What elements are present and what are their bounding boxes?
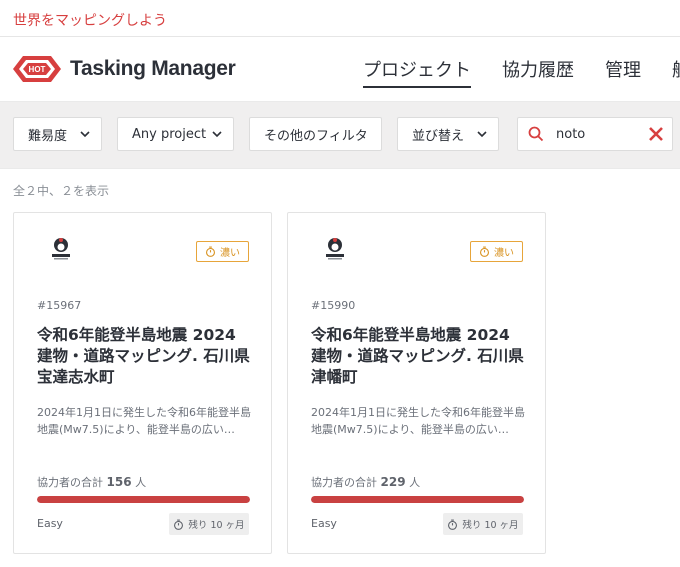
project-id: #15967 [37, 299, 82, 312]
contributors-count: 協力者の合計 156 人 [37, 474, 146, 490]
sort-label: 並び替え [412, 128, 465, 144]
nav-projects[interactable]: プロジェクト [363, 56, 471, 88]
stopwatch-icon [480, 246, 489, 257]
contributors-unit: 人 [135, 476, 147, 489]
priority-badge: 濃い [196, 241, 249, 262]
clock-icon [174, 519, 184, 530]
sort-dropdown[interactable]: 並び替え [397, 117, 499, 151]
search-icon [528, 126, 544, 142]
difficulty-dropdown[interactable]: 難易度 [13, 117, 102, 151]
difficulty-label: Easy [37, 517, 63, 530]
chevron-down-icon [212, 131, 222, 138]
progress-bar-fill [311, 496, 524, 503]
clock-icon [448, 519, 458, 530]
due-date-text: 残り 10 ヶ月 [462, 520, 519, 531]
chevron-down-icon [477, 131, 487, 138]
project-id: #15990 [311, 299, 356, 312]
due-date-badge: 残り 10 ヶ月 [443, 513, 523, 535]
map-the-world-link[interactable]: 世界をマッピングしよう [13, 13, 167, 29]
project-type-dropdown[interactable]: Any project [117, 117, 234, 151]
project-description: 2024年1月1日に発生した令和6年能登半島地震(Mw7.5)により、能登半島の… [311, 406, 525, 436]
organization-logo-icon [52, 238, 70, 260]
results-count: 全２中、２を表示 [13, 184, 110, 198]
project-description: 2024年1月1日に発生した令和6年能登半島地震(Mw7.5)により、能登半島の… [37, 406, 251, 436]
hot-logo-icon: HOT [13, 56, 61, 82]
progress-bar-fill [37, 496, 250, 503]
due-date-text: 残り 10 ヶ月 [188, 520, 245, 531]
progress-bar [311, 496, 524, 503]
nav-contributions[interactable]: 協力履歴 [502, 56, 574, 88]
contributors-label: 協力者の合計 [37, 476, 103, 489]
main-nav: プロジェクト 協力履歴 管理 航 [363, 56, 680, 88]
more-filters-label: その他のフィルタ [264, 128, 368, 144]
contributors-number: 156 [106, 475, 132, 489]
difficulty-label: 難易度 [28, 128, 68, 144]
svg-text:HOT: HOT [29, 65, 46, 74]
project-type-label: Any project [132, 126, 207, 142]
contributors-label: 協力者の合計 [311, 476, 377, 489]
chevron-down-icon [80, 131, 90, 138]
stopwatch-icon [206, 246, 215, 257]
project-title[interactable]: 令和6年能登半島地震 2024 建物・道路マッピング. 石川県津幡町 [311, 325, 526, 388]
nav-learn[interactable]: 航 [672, 56, 680, 88]
logo[interactable]: HOT Tasking Manager [13, 53, 236, 85]
organization-logo-icon [326, 238, 344, 260]
top-bar: 世界をマッピングしよう [0, 0, 680, 37]
difficulty-label: Easy [311, 517, 337, 530]
filter-bar: 難易度 Any project その他のフィルタ 並び替え [0, 102, 680, 169]
nav-manage[interactable]: 管理 [605, 56, 641, 88]
progress-bar [37, 496, 250, 503]
project-title[interactable]: 令和6年能登半島地震 2024 建物・道路マッピング. 石川県宝達志水町 [37, 325, 252, 388]
contributors-number: 229 [380, 475, 406, 489]
project-card[interactable]: 濃い #15990 令和6年能登半島地震 2024 建物・道路マッピング. 石川… [287, 212, 546, 554]
priority-badge: 濃い [470, 241, 523, 262]
header: HOT Tasking Manager プロジェクト 協力履歴 管理 航 [0, 37, 680, 102]
contributors-count: 協力者の合計 229 人 [311, 474, 420, 490]
search-input[interactable] [556, 125, 636, 143]
more-filters-button[interactable]: その他のフィルタ [249, 117, 382, 151]
contributors-unit: 人 [409, 476, 421, 489]
logo-text: Tasking Manager [70, 57, 236, 80]
due-date-badge: 残り 10 ヶ月 [169, 513, 249, 535]
priority-label: 濃い [220, 248, 240, 259]
clear-search-icon[interactable] [648, 126, 664, 142]
search-box [517, 117, 673, 151]
priority-label: 濃い [494, 248, 514, 259]
project-card[interactable]: 濃い #15967 令和6年能登半島地震 2024 建物・道路マッピング. 石川… [13, 212, 272, 554]
